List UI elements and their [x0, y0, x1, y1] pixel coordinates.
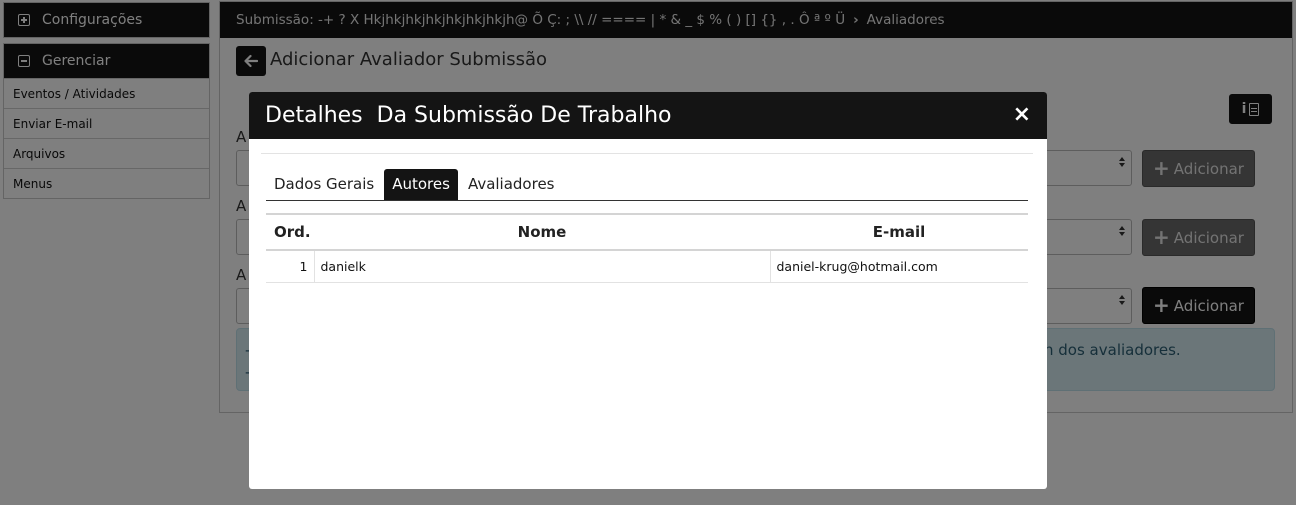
authors-table: Ord. Nome E-mail 1 danielk daniel-krug@h…: [266, 213, 1028, 283]
cell-email: daniel-krug@hotmail.com: [769, 250, 1028, 283]
tab-autores[interactable]: Autores: [384, 169, 458, 200]
column-header-email[interactable]: E-mail: [770, 214, 1028, 251]
table-header-row: Ord. Nome E-mail: [266, 214, 1028, 251]
modal-divider: [261, 153, 1033, 154]
column-header-ord[interactable]: Ord.: [266, 214, 314, 251]
cell-nome: danielk: [313, 250, 770, 283]
modal-tabs: Dados Gerais Autores Avaliadores: [266, 169, 1028, 201]
tab-dados-gerais[interactable]: Dados Gerais: [266, 169, 382, 200]
modal-header: Detalhes Da Submissão De Trabalho ×: [249, 92, 1047, 139]
tab-avaliadores[interactable]: Avaliadores: [460, 169, 563, 200]
close-icon[interactable]: ×: [1013, 103, 1031, 127]
submission-details-modal: Detalhes Da Submissão De Trabalho × Dado…: [249, 92, 1047, 489]
cell-ord: 1: [266, 250, 314, 283]
table-row: 1 danielk daniel-krug@hotmail.com: [266, 250, 1028, 283]
modal-title: Detalhes Da Submissão De Trabalho: [265, 103, 672, 128]
column-header-nome[interactable]: Nome: [314, 214, 770, 251]
